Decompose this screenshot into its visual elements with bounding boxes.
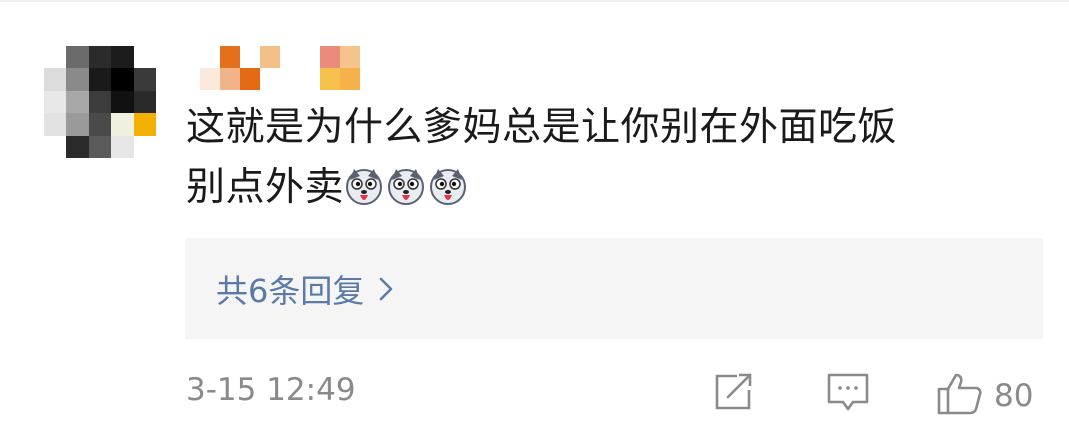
comment-line-1: 这就是为什么爹妈总是让你别在外面吃饭 [186,105,898,150]
comment-line-2-text: 别点外卖 [186,165,345,210]
husky-dog-face-icon [386,164,426,205]
like-count: 80 [994,378,1034,414]
comment-text: 这就是为什么爹妈总是让你别在外面吃饭 别点外卖 [186,98,1026,218]
share-icon [713,372,755,416]
husky-dog-face-icon [428,164,468,205]
comment-icon [826,372,870,416]
username-pixelated[interactable] [200,46,360,90]
replies-box: 共6条回复 [185,238,1043,339]
view-replies-link[interactable]: 共6条回复 [216,238,394,339]
top-divider [0,0,1069,2]
husky-dog-face-icon [344,164,384,205]
like-button[interactable]: 80 [936,372,1033,420]
chevron-right-icon [378,276,394,302]
comment-timestamp: 3-15 12:49 [186,372,356,408]
comment-line-2: 别点外卖 [186,158,1026,218]
comment-button[interactable] [826,372,870,416]
replies-count-label: 共6条回复 [216,271,365,310]
thumbs-up-icon [936,372,984,420]
share-button[interactable] [713,372,755,416]
avatar[interactable] [44,46,156,158]
